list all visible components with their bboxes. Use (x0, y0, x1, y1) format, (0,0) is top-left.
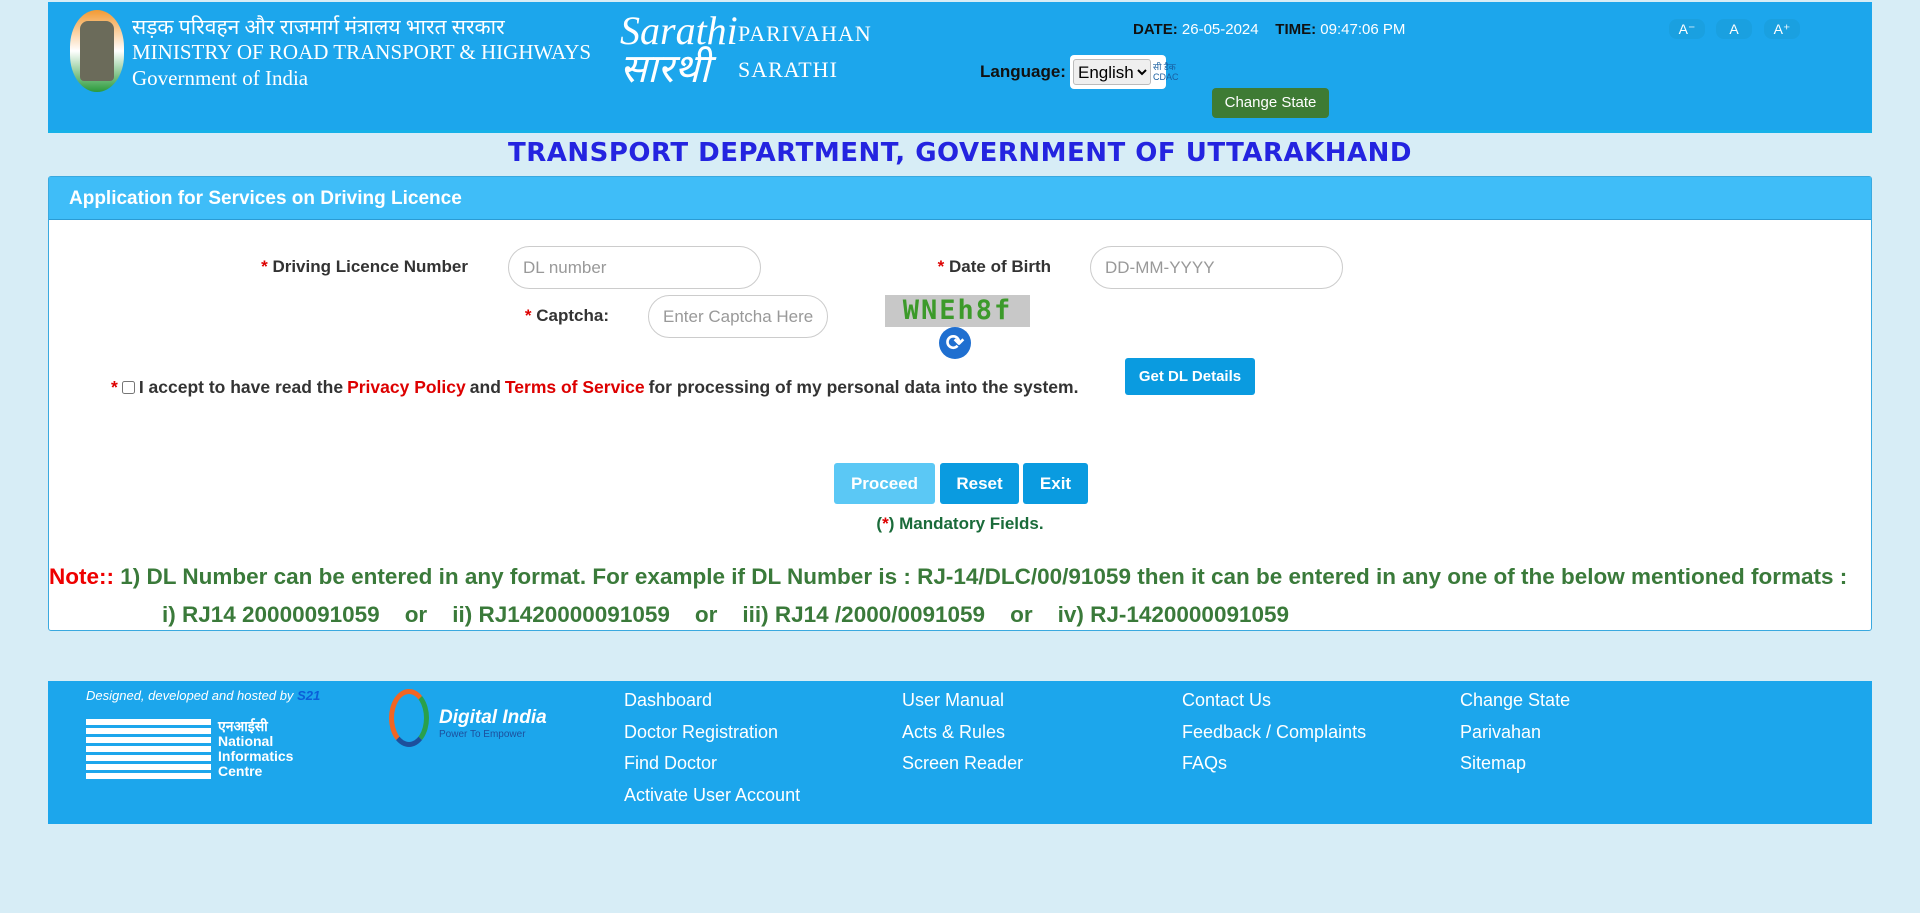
footer-link[interactable]: Activate User Account (624, 785, 800, 806)
panel-title: Application for Services on Driving Lice… (49, 177, 1871, 220)
nic-logo: एनआईसी National Informatics Centre (86, 719, 306, 781)
national-emblem-logo (70, 10, 124, 92)
footer-link[interactable]: Feedback / Complaints (1182, 722, 1366, 743)
parivahan-text: PARIVAHAN (738, 21, 872, 46)
change-state-button[interactable]: Change State (1212, 88, 1329, 118)
language-select[interactable]: English (1073, 59, 1151, 85)
footer-link[interactable]: Dashboard (624, 690, 712, 711)
dl-number-input[interactable] (508, 246, 761, 289)
footer-link[interactable]: Screen Reader (902, 753, 1023, 774)
footer-link[interactable]: Sitemap (1460, 753, 1526, 774)
ministry-english: MINISTRY OF ROAD TRANSPORT & HIGHWAYS (132, 40, 592, 64)
font-decrease-button[interactable]: A⁻ (1669, 19, 1705, 39)
footer-link[interactable]: FAQs (1182, 753, 1227, 774)
cdac-logo: सी डैक CDAC (1153, 62, 1179, 82)
reset-button[interactable]: Reset (940, 463, 1019, 504)
ministry-hindi: सड़क परिवहन और राजमार्ग मंत्रालय भारत सर… (132, 15, 505, 39)
sarathi-text: SARATHI (738, 57, 838, 82)
header: सड़क परिवहन और राजमार्ग मंत्रालय भारत सर… (48, 2, 1872, 133)
captcha-image: WNEh8f (885, 295, 1030, 327)
dl-services-panel: Application for Services on Driving Lice… (48, 176, 1872, 631)
note-line-1: Note:: 1) DL Number can be entered in an… (49, 564, 1848, 589)
government-of-india: Government of India (132, 66, 309, 90)
footer-link[interactable]: Contact Us (1182, 690, 1271, 711)
refresh-captcha-icon[interactable]: ⟳ (939, 327, 971, 359)
font-increase-button[interactable]: A⁺ (1764, 19, 1800, 39)
accept-terms: * I accept to have read the Privacy Poli… (111, 377, 1079, 398)
exit-button[interactable]: Exit (1023, 463, 1088, 504)
privacy-policy-link[interactable]: Privacy Policy (347, 377, 466, 398)
dob-input[interactable] (1090, 246, 1343, 289)
footer-link[interactable]: Parivahan (1460, 722, 1541, 743)
proceed-button[interactable]: Proceed (834, 463, 935, 504)
font-normal-button[interactable]: A (1716, 19, 1752, 39)
footer-link[interactable]: Find Doctor (624, 753, 717, 774)
captcha-input[interactable] (648, 295, 828, 338)
accept-checkbox[interactable] (121, 381, 135, 394)
footer-link[interactable]: Acts & Rules (902, 722, 1005, 743)
dob-label: * Date of Birth (937, 257, 1051, 276)
sarathi-logo: Sarathi सारथी (620, 8, 738, 91)
mandatory-fields-note: (*) Mandatory Fields. (876, 514, 1044, 533)
language-label: Language: (980, 62, 1066, 81)
footer-link[interactable]: Doctor Registration (624, 722, 778, 743)
footer-link[interactable]: User Manual (902, 690, 1004, 711)
footer-link[interactable]: Change State (1460, 690, 1570, 711)
captcha-label: * Captcha: (524, 306, 609, 325)
footer: Designed, developed and hosted by S21 एन… (48, 681, 1872, 824)
dl-number-label: * Driving Licence Number (261, 257, 468, 276)
date-time: DATE: 26-05-2024 TIME: 09:47:06 PM (1133, 21, 1406, 38)
digital-india-logo: Digital India Power To Empower (389, 689, 564, 749)
get-dl-details-button[interactable]: Get DL Details (1125, 358, 1255, 395)
designed-by: Designed, developed and hosted by S21 (86, 688, 321, 703)
language-select-box: English सी डैक CDAC (1070, 55, 1179, 89)
note-line-2: i) RJ14 20000091059 or ii) RJ14200000910… (162, 602, 1290, 627)
terms-of-service-link[interactable]: Terms of Service (505, 377, 645, 398)
page-title: TRANSPORT DEPARTMENT, GOVERNMENT OF UTTA… (507, 138, 1413, 168)
